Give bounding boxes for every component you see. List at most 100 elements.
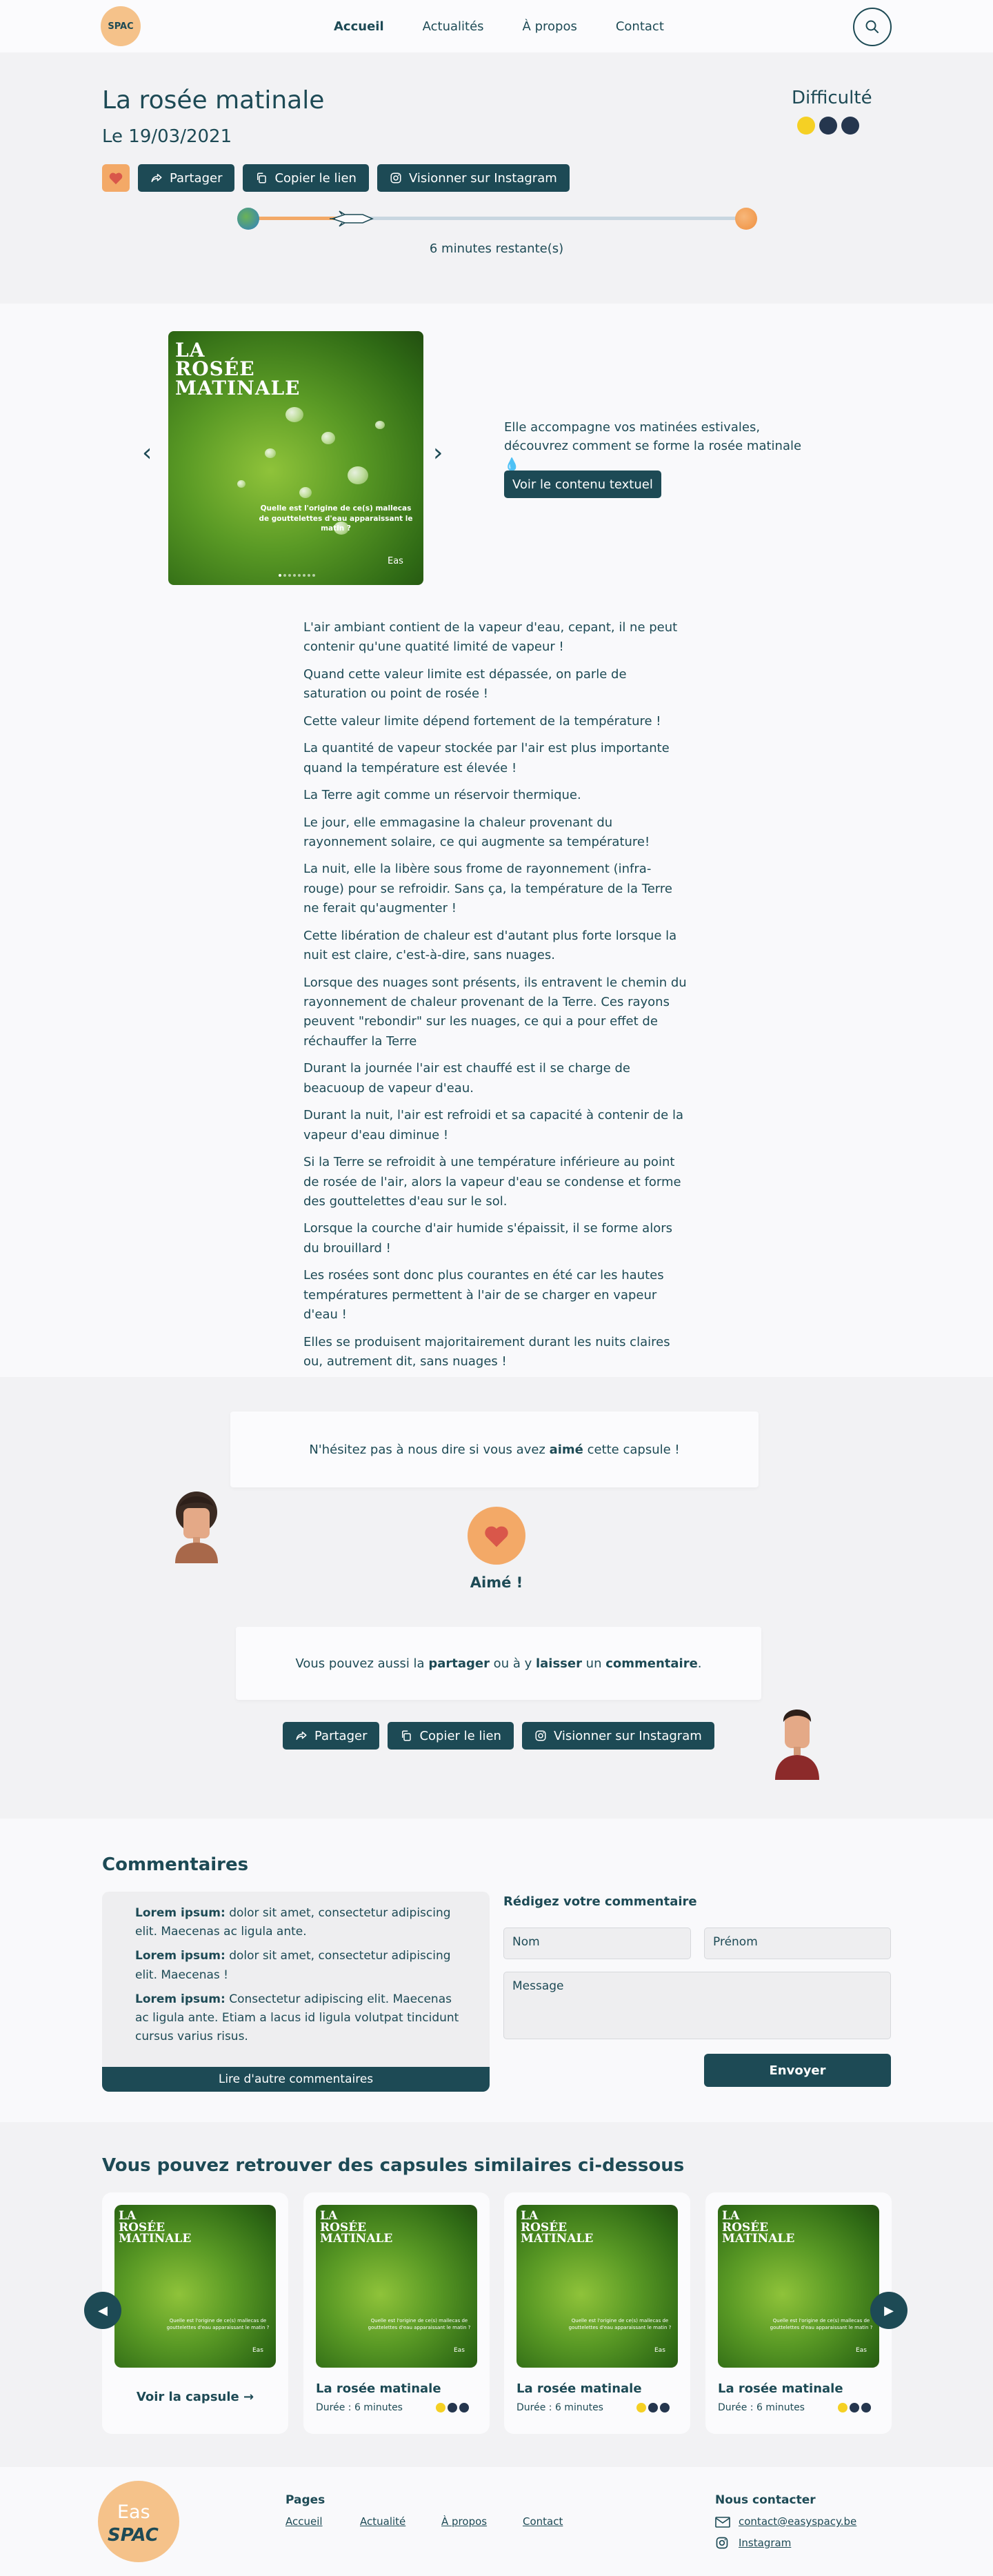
caret-right-icon: ▶ [884,2303,894,2318]
instagram-label: Visionner sur Instagram [553,1728,702,1743]
capsule-thumbnail: LA ROSÉE MATINALE Quelle est l'origine de … [516,2205,678,2368]
thumb-title-line: MATINALE [722,2232,795,2246]
heart-icon [485,1526,508,1547]
share-text: un [581,1656,606,1671]
share-prompt-bubble: Vous pouvez aussi la partager ou à y lai… [236,1627,761,1700]
difficulty-label: Difficulté [792,88,872,108]
share-bold: commentaire [605,1656,698,1671]
text-paragraph: Si la Terre se refroidit à une températu… [303,1155,681,1209]
like-big-button[interactable] [468,1507,525,1565]
card-title: La rosée matinale [516,2381,642,2396]
capsule-content: ‹ LA ROSÉE MATINALE Quelle est l'origine… [0,304,993,1377]
water-drop [285,407,303,422]
footer-link-accueil[interactable]: Accueil [285,2515,323,2528]
comments-list-box: Lorem ipsum: dolor sit amet, consectetur… [102,1892,490,2092]
capsule-image[interactable]: LA ROSÉE MATINALE Quelle est l'origine d… [168,331,423,585]
card-title: La rosée matinale [316,2381,441,2396]
difficulty-dot [838,2403,847,2412]
text-paragraph: Quand cette valeur limite est dépassée, … [303,666,627,702]
text-paragraph: La nuit, elle la libère sous frome de ra… [303,862,672,916]
action-buttons: Partager Copier le lien Visionner sur In… [102,164,570,192]
text-paragraph: Durant la nuit, l'air est refroidi et sa… [303,1108,683,1142]
instagram-icon [535,1730,546,1741]
card-duration: Durée : 6 minutes [516,2402,603,2413]
like-button[interactable] [102,164,130,192]
view-text-button[interactable]: Voir le contenu textuel [504,470,661,498]
thumb-title-line: MATINALE [119,2232,192,2246]
footer-link-apropos[interactable]: À propos [441,2515,487,2528]
text-paragraph: Les rosées sont donc plus courantes en é… [303,1268,664,1322]
similar-card[interactable]: LA ROSÉE MATINALE Quelle est l'origine de … [705,2192,892,2434]
copy-icon [402,1730,412,1741]
pager-dot[interactable] [288,574,291,577]
prenom-field[interactable]: Prénom [704,1928,891,1959]
image-caption: Quelle est l'origine de ce(s) mallecas d… [259,504,413,533]
thumb-caption: Quelle est l'origine de ce(s) mallecas d… [568,2318,672,2330]
footer-link-contact[interactable]: Contact [523,2515,563,2528]
card-difficulty [636,2403,670,2412]
share-prompt: Vous pouvez aussi la partager ou à y lai… [295,1656,701,1671]
water-drop [237,480,245,488]
difficulty-dot [819,117,837,135]
read-more-comments-button[interactable]: Lire d'autre commentaires [102,2067,490,2092]
difficulty-dot [636,2403,646,2412]
pager-dot[interactable] [308,574,310,577]
like-prompt: N'hésitez pas à nous dire si vous avez a… [309,1443,679,1457]
thumb-title: LA ROSÉE MATINALE [320,2210,392,2245]
copy-link-button[interactable]: Copier le lien [388,1722,514,1750]
copy-link-button[interactable]: Copier le lien [243,164,369,192]
nav-link-accueil[interactable]: Accueil [334,19,384,34]
site-logo[interactable]: SPAC [101,6,141,46]
difficulty-dot [648,2403,658,2412]
carousel-next-arrow[interactable]: › [433,439,443,467]
carousel-prev-arrow[interactable]: ‹ [142,439,152,467]
pager-dot[interactable] [283,574,286,577]
see-capsule-link[interactable]: Voir la capsule → [102,2390,288,2404]
copy-icon [257,172,267,184]
water-drop [348,466,368,484]
card-duration: Durée : 6 minutes [718,2402,805,2413]
see-capsule-card[interactable]: LA ROSÉE MATINALE Quelle est l'origine de … [102,2192,288,2434]
share-button[interactable]: Partager [138,164,235,192]
footer-instagram-link[interactable]: Instagram [739,2537,791,2549]
thumb-title-line: MATINALE [521,2232,594,2246]
reading-progress [237,208,757,230]
nav-link-actualites[interactable]: Actualités [423,19,484,34]
water-drop [265,448,276,458]
pager-dot[interactable] [293,574,296,577]
nom-field[interactable]: Nom [503,1928,691,1959]
card-duration: Durée : 6 minutes [316,2402,403,2413]
card-title: La rosée matinale [718,2381,843,2396]
text-paragraph: Le jour, elle emmagasine la chaleur prov… [303,815,650,849]
text-paragraph: La quantité de vapeur stockée par l'air … [303,741,670,775]
difficulty-dots [797,117,859,135]
share-label: Partager [314,1728,368,1743]
pager-dot[interactable] [312,574,315,577]
instagram-button[interactable]: Visionner sur Instagram [377,164,570,192]
pager-dot[interactable] [303,574,305,577]
similar-prev-button[interactable]: ◀ [84,2292,121,2329]
similar-card[interactable]: LA ROSÉE MATINALE Quelle est l'origine de … [504,2192,690,2434]
text-paragraph: Durant la journée l'air est chauffé est … [303,1061,630,1096]
text-paragraph: Lorsque la courche d'air humide s'épaiss… [303,1221,673,1256]
copy-label: Copier le lien [274,170,357,186]
share-button[interactable]: Partager [283,1722,380,1750]
footer-logo[interactable]: Eas SPAC [98,2481,179,2562]
search-button[interactable] [853,8,892,46]
thumb-caption: Quelle est l'origine de ce(s) mallecas d… [770,2318,873,2330]
send-button[interactable]: Envoyer [704,2054,891,2087]
caret-left-icon: ◀ [98,2303,108,2318]
text-paragraph: Cette valeur limite dépend fortement de … [303,713,661,729]
pager-dot[interactable] [298,574,301,577]
footer-email-link[interactable]: contact@easyspacy.be [739,2515,856,2528]
instagram-button[interactable]: Visionner sur Instagram [521,1722,714,1750]
message-field[interactable]: Message [503,1972,891,2039]
similar-next-button[interactable]: ▶ [870,2292,907,2329]
nav-link-contact[interactable]: Contact [616,19,664,34]
similar-card[interactable]: LA ROSÉE MATINALE Quelle est l'origine de … [303,2192,490,2434]
pager-dot[interactable] [279,574,281,577]
nav-link-apropos[interactable]: À propos [523,19,577,34]
footer-link-actualite[interactable]: Actualité [360,2515,405,2528]
card-difficulty [838,2403,871,2412]
share-text: . [697,1656,702,1671]
